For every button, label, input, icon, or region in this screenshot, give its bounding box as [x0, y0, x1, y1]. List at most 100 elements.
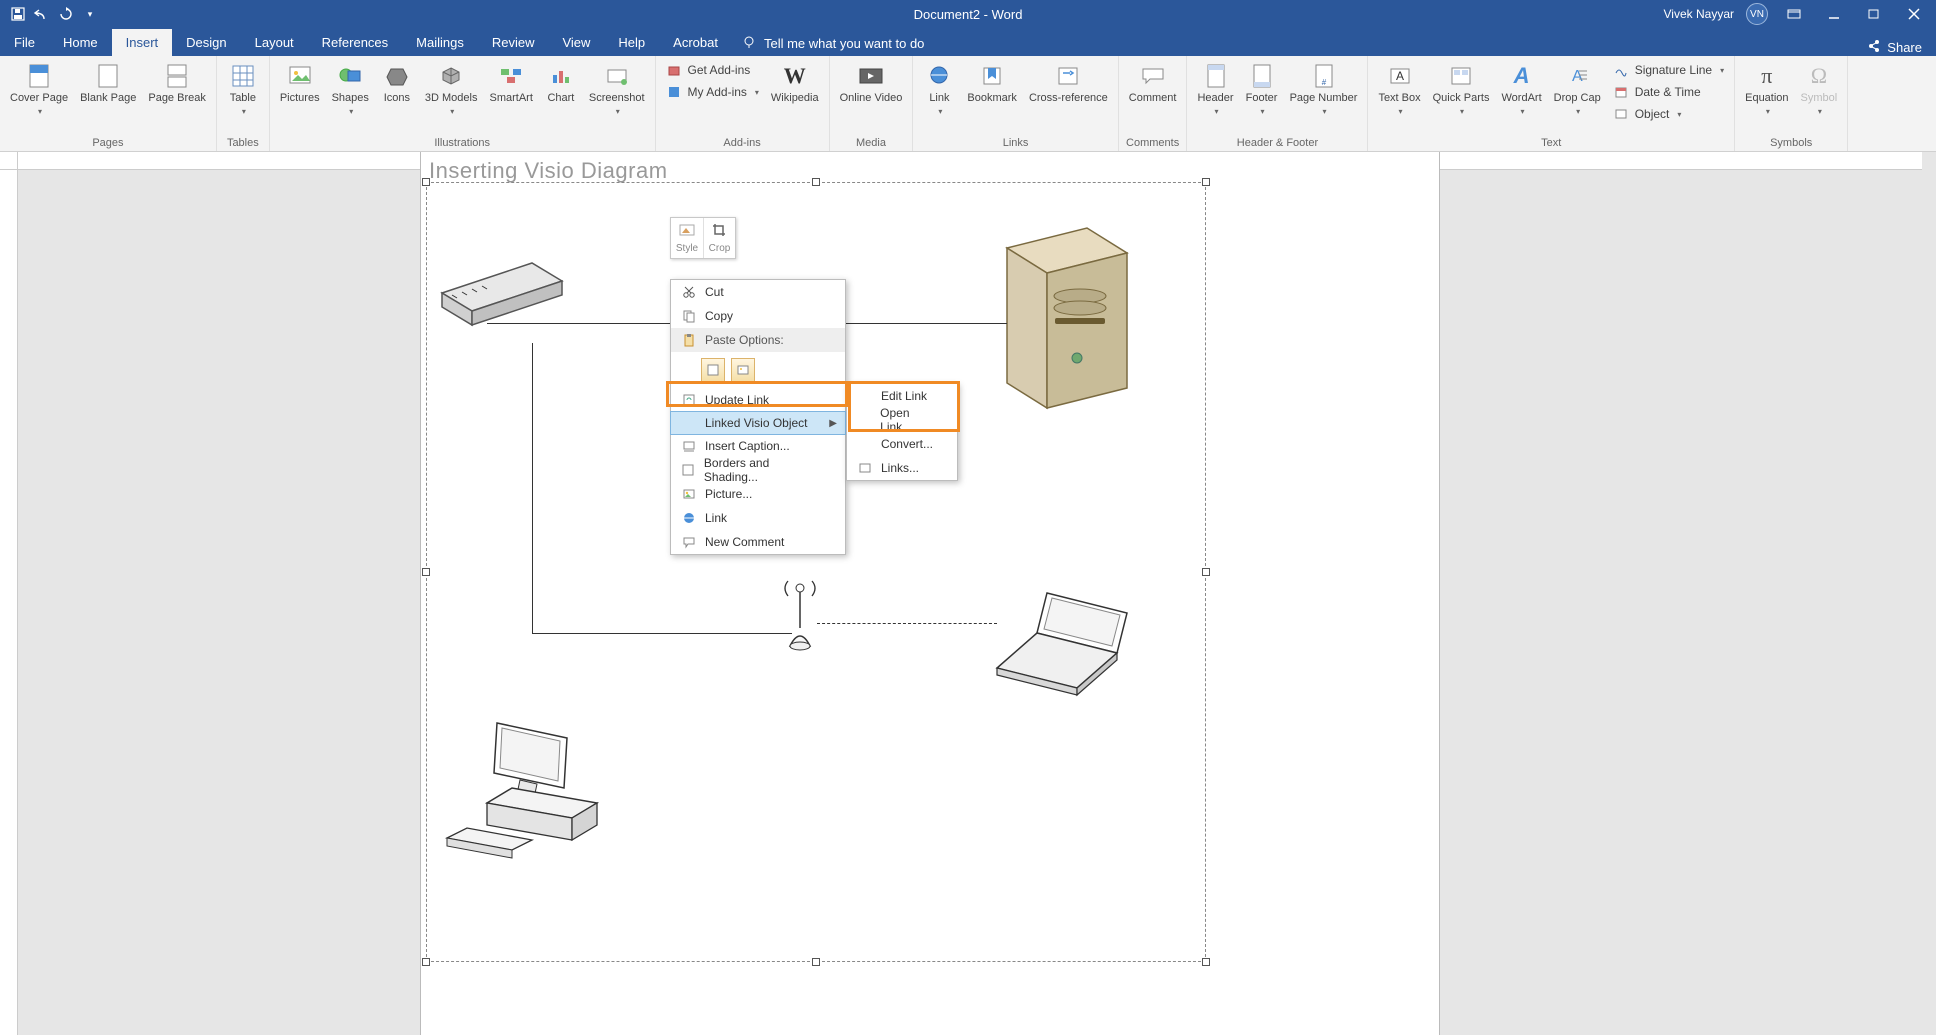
ctx-copy[interactable]: Copy: [671, 304, 845, 328]
date-time-icon: [1613, 84, 1629, 100]
crop-button[interactable]: Crop: [703, 218, 735, 258]
tab-help[interactable]: Help: [604, 29, 659, 56]
resize-handle[interactable]: [812, 958, 820, 966]
tab-file[interactable]: File: [0, 29, 49, 56]
share-button[interactable]: Share: [1887, 40, 1922, 55]
bookmark-label: Bookmark: [967, 92, 1017, 105]
resize-handle[interactable]: [422, 178, 430, 186]
user-avatar[interactable]: VN: [1746, 3, 1768, 25]
user-name[interactable]: Vivek Nayyar: [1664, 7, 1734, 21]
ruler-corner: [0, 152, 18, 170]
text-box-button[interactable]: AText Box: [1374, 60, 1424, 118]
shapes-label: Shapes: [332, 92, 369, 105]
vertical-ruler[interactable]: [0, 152, 18, 1035]
object-button[interactable]: Object: [1609, 104, 1728, 124]
my-addins-button[interactable]: My Add-ins: [662, 82, 763, 102]
comment-button[interactable]: Comment: [1125, 60, 1181, 107]
smartart-button[interactable]: SmartArt: [485, 60, 536, 107]
ctx-link-label: Link: [701, 511, 727, 525]
icons-button[interactable]: Icons: [377, 60, 417, 107]
drop-cap-button[interactable]: ADrop Cap: [1550, 60, 1605, 118]
footer-button[interactable]: Footer: [1242, 60, 1282, 118]
cover-page-button[interactable]: Cover Page: [6, 60, 72, 118]
tab-view[interactable]: View: [548, 29, 604, 56]
ctx-link[interactable]: Link: [671, 506, 845, 530]
ctx-links[interactable]: Links...: [847, 456, 957, 480]
ctx-open-link[interactable]: Open Link: [847, 408, 957, 432]
tab-review[interactable]: Review: [478, 29, 549, 56]
ctx-picture[interactable]: Picture...: [671, 482, 845, 506]
my-addins-label: My Add-ins: [688, 85, 747, 99]
ctx-edit-link-label: Edit Link: [877, 389, 927, 403]
tell-me-search[interactable]: Tell me what you want to do: [732, 31, 934, 56]
get-addins-button[interactable]: Get Add-ins: [662, 60, 763, 80]
svg-text:#: #: [1321, 78, 1326, 87]
pictures-button[interactable]: Pictures: [276, 60, 324, 107]
page-number-button[interactable]: #Page Number: [1286, 60, 1362, 118]
wordart-button[interactable]: AWordArt: [1497, 60, 1545, 118]
online-video-button[interactable]: Online Video: [836, 60, 907, 107]
tab-home[interactable]: Home: [49, 29, 112, 56]
save-icon[interactable]: [10, 6, 26, 22]
ctx-borders-shading[interactable]: Borders and Shading...: [671, 458, 845, 482]
maximize-icon[interactable]: [1860, 4, 1888, 24]
blank-page-button[interactable]: Blank Page: [76, 60, 140, 107]
wikipedia-button[interactable]: WWikipedia: [767, 60, 823, 107]
cut-icon: [677, 285, 701, 299]
equation-button[interactable]: πEquation: [1741, 60, 1792, 118]
shapes-button[interactable]: Shapes: [328, 60, 373, 118]
ribbon-group-media: Online Video Media: [830, 56, 914, 151]
signature-line-button[interactable]: Signature Line: [1609, 60, 1728, 80]
resize-handle[interactable]: [1202, 568, 1210, 576]
resize-handle[interactable]: [422, 568, 430, 576]
cross-reference-label: Cross-reference: [1029, 92, 1108, 105]
page-break-button[interactable]: Page Break: [144, 60, 209, 107]
resize-handle[interactable]: [1202, 958, 1210, 966]
header-button[interactable]: Header: [1193, 60, 1237, 118]
paste-keep-source-icon[interactable]: [701, 358, 725, 382]
ctx-convert[interactable]: Convert...: [847, 432, 957, 456]
3d-models-button[interactable]: 3D Models: [421, 60, 482, 118]
borders-icon: [677, 463, 700, 477]
new-comment-icon: [677, 535, 701, 549]
chart-button[interactable]: Chart: [541, 60, 581, 107]
undo-icon[interactable]: [34, 6, 50, 22]
qat-customize-icon[interactable]: ▾: [82, 6, 98, 22]
resize-handle[interactable]: [812, 178, 820, 186]
resize-handle[interactable]: [1202, 178, 1210, 186]
ctx-update-link[interactable]: Update Link: [671, 388, 845, 412]
style-button[interactable]: Style: [671, 218, 703, 258]
ctx-edit-link[interactable]: Edit Link: [847, 384, 957, 408]
ctx-insert-caption[interactable]: Insert Caption...: [671, 434, 845, 458]
document-page[interactable]: Inserting Visio Diagram: [420, 152, 1440, 1035]
resize-handle[interactable]: [422, 958, 430, 966]
minimize-icon[interactable]: [1820, 4, 1848, 24]
ribbon-options-icon[interactable]: [1780, 4, 1808, 24]
link-button[interactable]: Link: [919, 60, 959, 118]
lightbulb-icon: [742, 35, 756, 52]
ctx-linked-visio-object[interactable]: Linked Visio Object ▶: [670, 411, 846, 435]
blank-page-label: Blank Page: [80, 92, 136, 105]
ctx-cut[interactable]: Cut: [671, 280, 845, 304]
close-icon[interactable]: [1900, 4, 1928, 24]
symbol-button[interactable]: ΩSymbol: [1797, 60, 1842, 118]
tab-references[interactable]: References: [308, 29, 402, 56]
tab-design[interactable]: Design: [172, 29, 240, 56]
tab-layout[interactable]: Layout: [241, 29, 308, 56]
tab-mailings[interactable]: Mailings: [402, 29, 478, 56]
tab-insert[interactable]: Insert: [112, 29, 173, 56]
quick-parts-button[interactable]: Quick Parts: [1429, 60, 1494, 118]
3d-models-label: 3D Models: [425, 92, 478, 105]
link-icon: [925, 62, 953, 90]
share-icon: [1867, 39, 1881, 56]
cross-reference-button[interactable]: Cross-reference: [1025, 60, 1112, 107]
copy-icon: [677, 309, 701, 323]
table-button[interactable]: Table: [223, 60, 263, 118]
tab-acrobat[interactable]: Acrobat: [659, 29, 732, 56]
redo-icon[interactable]: [58, 6, 74, 22]
date-time-button[interactable]: Date & Time: [1609, 82, 1728, 102]
paste-picture-icon[interactable]: [731, 358, 755, 382]
ctx-new-comment[interactable]: New Comment: [671, 530, 845, 554]
bookmark-button[interactable]: Bookmark: [963, 60, 1021, 107]
screenshot-button[interactable]: Screenshot: [585, 60, 649, 118]
